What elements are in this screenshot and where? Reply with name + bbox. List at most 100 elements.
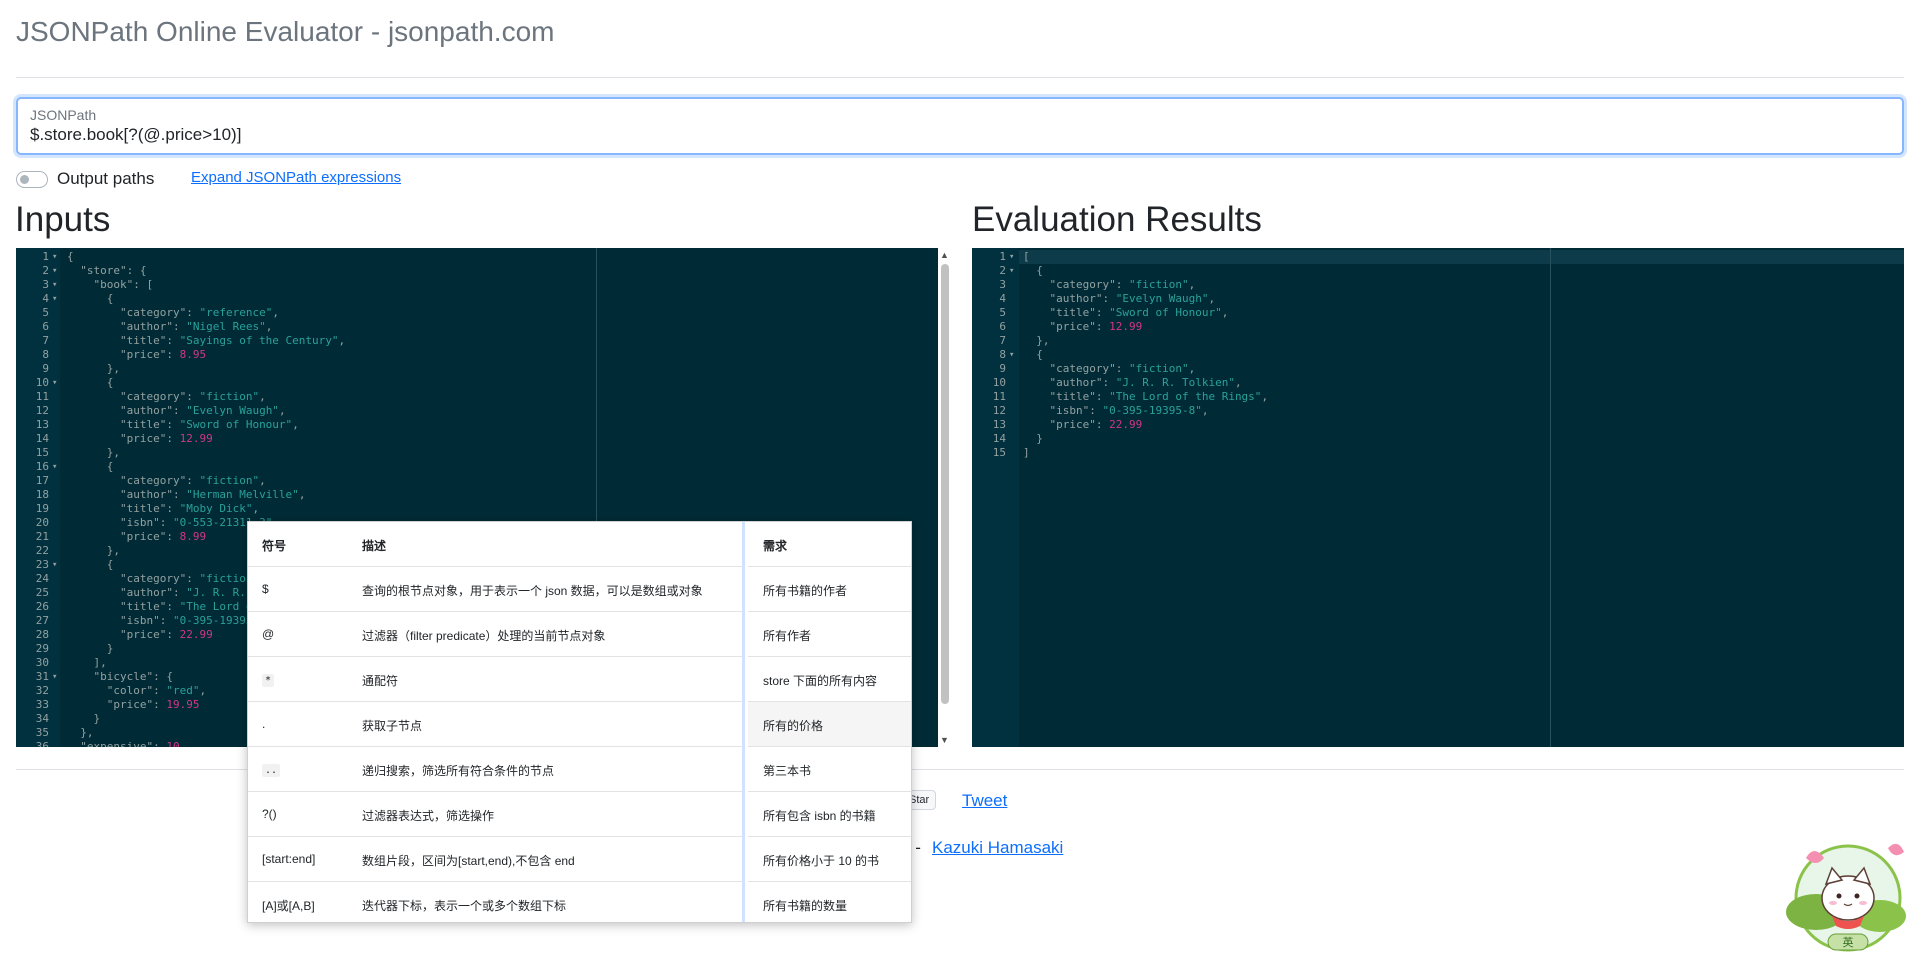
mascot-cat-icon[interactable]: 英 [1776, 836, 1916, 953]
code-token: : [1102, 376, 1116, 389]
expand-jsonpath-link[interactable]: Expand JSONPath expressions [191, 169, 401, 186]
code-line: 4 "author": "Evelyn Waugh", [972, 292, 1904, 306]
code-token: : [172, 488, 187, 501]
code-token: , [1221, 306, 1229, 319]
code-token: "title" [1049, 306, 1096, 319]
line-number: 28 [35, 628, 49, 641]
fold-arrow-icon[interactable]: ▾ [1009, 348, 1014, 362]
code-token: : [153, 698, 167, 711]
author-link[interactable]: Kazuki Hamasaki [932, 838, 1063, 858]
syntax-symbol: [A]或[A,B] [262, 899, 315, 913]
code-text: "category": "fiction", [67, 390, 266, 404]
fold-arrow-icon[interactable]: ▾ [52, 460, 57, 474]
line-number: 2 [999, 264, 1006, 277]
syntax-symbol: . [262, 717, 266, 731]
code-token: }, [67, 362, 120, 375]
line-number: 7 [999, 334, 1006, 347]
code-token: "category" [1049, 278, 1116, 291]
syntax-table-row: * 通配符 [248, 657, 742, 702]
code-token: : [166, 432, 180, 445]
jsonpath-input[interactable] [30, 125, 1880, 145]
code-token: 8.95 [179, 348, 207, 361]
fold-arrow-icon[interactable]: ▾ [52, 670, 57, 684]
fold-arrow-icon[interactable]: ▾ [52, 250, 57, 264]
code-token: : [186, 474, 200, 487]
line-number: 15 [35, 446, 49, 459]
code-line: 3 "category": "fiction", [972, 278, 1904, 292]
code-token: "title" [119, 502, 167, 515]
fold-arrow-icon[interactable]: ▾ [52, 292, 57, 306]
fold-arrow-icon[interactable]: ▾ [52, 558, 57, 572]
inputs-scrollbar[interactable]: ▲ ▼ [938, 248, 952, 747]
code-token: { [67, 558, 114, 571]
example-item[interactable]: 第三本书 [748, 747, 911, 792]
scroll-down-arrow-icon[interactable]: ▼ [940, 735, 949, 745]
scroll-up-arrow-icon[interactable]: ▲ [940, 250, 949, 260]
code-line: 14 } [972, 432, 1904, 446]
code-token: , [338, 334, 346, 347]
example-item[interactable]: 所有包含 isbn 的书籍 [748, 792, 911, 837]
code-token: "red" [166, 684, 200, 697]
code-token: { [67, 292, 114, 305]
line-number: 18 [35, 488, 49, 501]
syntax-table-row: . 获取子节点 [248, 702, 742, 747]
example-item[interactable]: 所有价格小于 10 的书 [748, 837, 911, 882]
code-token: "Sayings of the Century" [179, 334, 339, 347]
page-title: JSONPath Online Evaluator - jsonpath.com [16, 16, 555, 47]
fold-arrow-icon[interactable]: ▾ [52, 264, 57, 278]
example-item[interactable]: 所有书籍的作者 [748, 567, 911, 612]
line-number: 5 [999, 306, 1006, 319]
syntax-description: 过滤器表达式，筛选操作 [362, 809, 495, 823]
fold-arrow-icon[interactable]: ▾ [52, 278, 57, 292]
code-token: : { [153, 670, 173, 683]
fold-arrow-icon[interactable]: ▾ [1009, 264, 1014, 278]
code-token: : [ [133, 278, 154, 291]
line-number: 29 [35, 642, 49, 655]
code-token: "title" [119, 418, 167, 431]
line-number: 17 [35, 474, 49, 487]
code-token: "author" [119, 404, 173, 417]
code-token: "author" [1049, 292, 1103, 305]
fold-arrow-icon[interactable]: ▾ [1009, 250, 1014, 264]
scroll-thumb[interactable] [941, 264, 949, 704]
example-item[interactable]: 所有的价格 [748, 702, 911, 747]
example-item[interactable]: 所有书籍的数量 [748, 882, 911, 922]
results-editor[interactable]: 1 ▾[2 ▾ {3 "category": "fiction", 4 "author… [972, 248, 1904, 747]
line-number: 27 [35, 614, 49, 627]
example-item[interactable]: store 下面的所有内容 [748, 657, 911, 702]
code-token: "title" [119, 334, 167, 347]
tweet-link[interactable]: Tweet [962, 791, 1007, 811]
code-text: "price": 12.99 [67, 432, 213, 446]
code-line: 5 "title": "Sword of Honour", [972, 306, 1904, 320]
code-text: [ [1023, 250, 1030, 264]
code-token: 12.99 [179, 432, 213, 445]
code-token: "fiction" [1128, 278, 1189, 291]
code-token: : [172, 404, 187, 417]
code-line: 17 "category": "fiction", [16, 474, 938, 488]
output-paths-switch[interactable] [16, 170, 48, 188]
code-token: "price" [106, 698, 154, 711]
code-token: : [186, 390, 200, 403]
code-line: 9 }, [16, 362, 938, 376]
code-text: "price": 8.99 [67, 530, 206, 544]
code-line: 13 "title": "Sword of Honour", [16, 418, 938, 432]
code-token: : [1102, 292, 1116, 305]
jsonpath-field[interactable]: JSONPath [16, 97, 1904, 155]
fold-arrow-icon[interactable]: ▾ [52, 376, 57, 390]
line-number: 4 [42, 292, 49, 305]
code-token: : [186, 306, 200, 319]
code-text: "author": "Nigel Rees", [67, 320, 272, 334]
example-item[interactable]: 所有作者 [748, 612, 911, 657]
jsonpath-cheatsheet-popup: 符号 描述 $ 查询的根节点对象，用于表示一个 json 数据，可以是数组或对象 @ 过滤… [247, 521, 912, 923]
line-number: 25 [35, 586, 49, 599]
code-token: : [1089, 404, 1103, 417]
line-number: 32 [35, 684, 49, 697]
code-token: "isbn" [1049, 404, 1090, 417]
